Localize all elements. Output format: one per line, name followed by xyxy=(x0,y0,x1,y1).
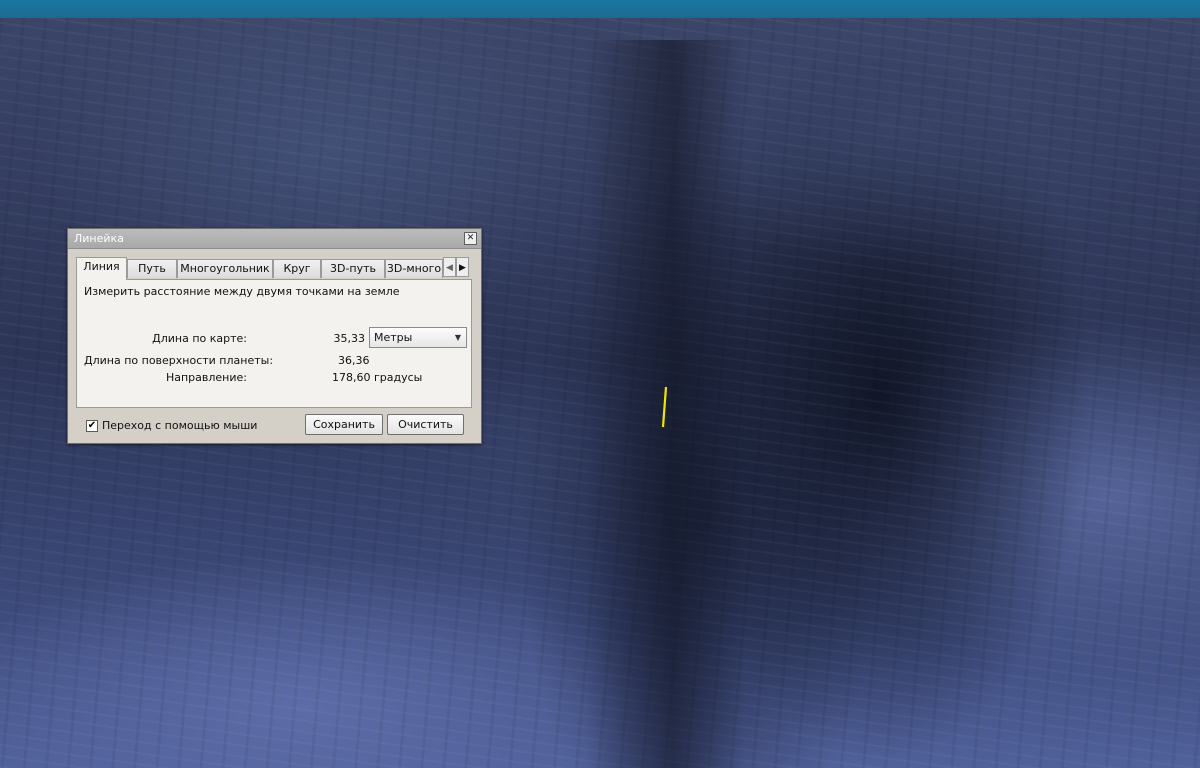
unit-select-value: Метры xyxy=(374,331,413,344)
tab-3d-path[interactable]: 3D-путь xyxy=(321,259,385,278)
tab-strip: Линия Путь Многоугольник Круг 3D-путь 3D… xyxy=(76,257,474,280)
chevron-down-icon: ▼ xyxy=(454,333,461,342)
chevron-right-icon[interactable]: ▶ xyxy=(456,257,469,277)
save-button[interactable]: Сохранить xyxy=(305,414,383,435)
description-text: Измерить расстояние между двумя точками … xyxy=(84,285,400,298)
close-icon[interactable]: ✕ xyxy=(464,232,477,245)
heading-label: Направление: xyxy=(165,371,247,384)
map-length-label: Длина по карте: xyxy=(152,332,247,345)
ruler-dialog: Линейка ✕ Линия Путь Многоугольник Круг … xyxy=(67,228,482,444)
dialog-title: Линейка xyxy=(74,232,124,245)
tab-path[interactable]: Путь xyxy=(127,259,177,278)
heading-value: 178,60 градусы xyxy=(332,371,423,384)
dialog-footer: ✔ Переход с помощью мыши Сохранить Очист… xyxy=(74,413,475,439)
tab-polygon[interactable]: Многоугольник xyxy=(177,259,273,278)
clear-button[interactable]: Очистить xyxy=(387,414,464,435)
tab-circle[interactable]: Круг xyxy=(273,259,321,278)
unit-select[interactable]: Метры ▼ xyxy=(369,327,467,348)
measure-line[interactable] xyxy=(661,386,668,428)
chevron-left-icon[interactable]: ◀ xyxy=(443,257,456,277)
surface-length-value: 36,36 xyxy=(338,354,370,367)
3d-map-viewport[interactable]: Линейка ✕ Линия Путь Многоугольник Круг … xyxy=(0,0,1200,768)
mouse-navigation-label[interactable]: Переход с помощью мыши xyxy=(102,419,257,432)
tab-3d-polygon[interactable]: 3D-много xyxy=(385,259,443,278)
map-length-value: 35,33 xyxy=(333,332,366,345)
surface-length-label: Длина по поверхности планеты: xyxy=(84,354,274,367)
mouse-navigation-checkbox[interactable]: ✔ xyxy=(86,420,98,432)
dialog-body: Линия Путь Многоугольник Круг 3D-путь 3D… xyxy=(74,253,475,439)
tab-panel-line: Измерить расстояние между двумя точками … xyxy=(76,279,472,408)
dialog-title-bar[interactable]: Линейка ✕ xyxy=(68,229,481,249)
tab-line[interactable]: Линия xyxy=(76,257,127,280)
